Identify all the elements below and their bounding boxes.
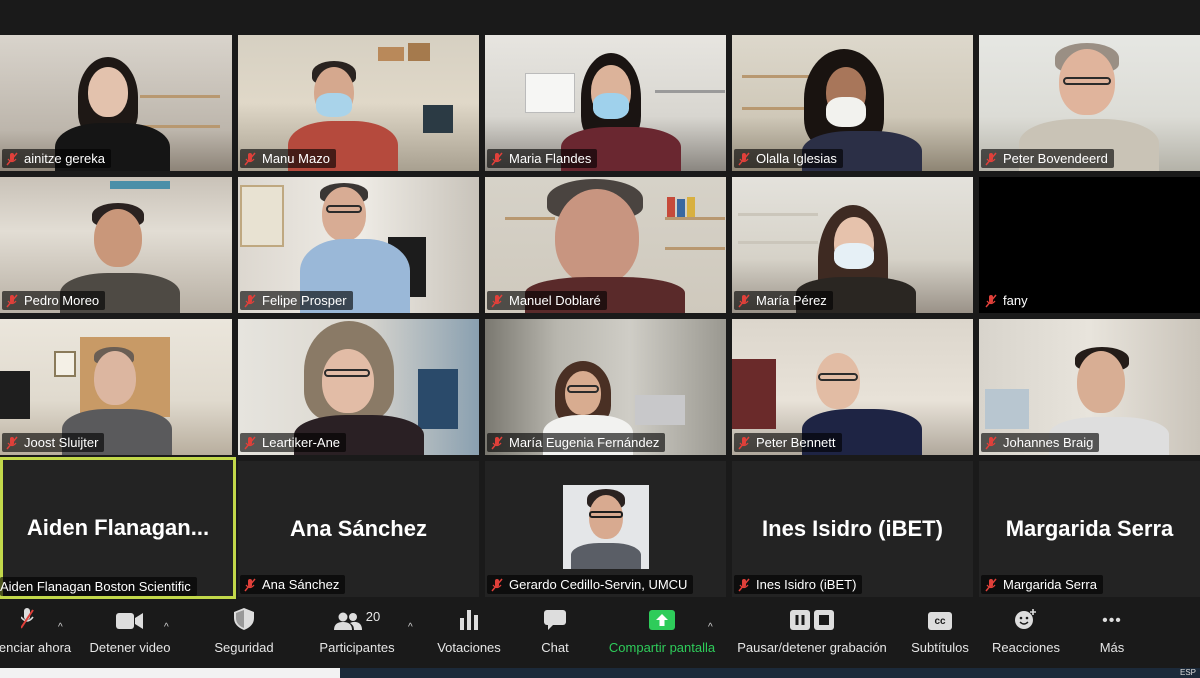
participant-name-tag: Peter Bennett [734,433,842,452]
participant-name-tag: Ines Isidro (iBET) [734,575,863,594]
video-tile[interactable]: Johannes Braig [979,319,1200,455]
mic-muted-icon [6,294,18,307]
bar-chart-icon [459,600,479,634]
pause-stop-recording-button[interactable]: Pausar/detener grabación [734,600,890,668]
participants-count: 20 [365,609,381,624]
video-tile[interactable]: Peter Bennett [732,319,973,455]
participant-name-tag: Felipe Prosper [240,291,353,310]
participant-name-tag: Manu Mazo [240,149,336,168]
participant-name-tag: fany [981,291,1034,310]
stop-icon [814,610,834,630]
participant-name-tag: Johannes Braig [981,433,1100,452]
mic-muted-icon [6,436,18,449]
video-options-caret[interactable]: ^ [164,622,169,633]
stop-video-button[interactable]: Detener video [82,600,178,668]
participant-name-tag: Joost Sluijter [2,433,105,452]
participant-name-tag: Aiden Flanagan Boston Scientific [0,577,197,596]
mic-muted-icon [985,294,997,307]
mic-muted-icon [738,152,750,165]
meeting-toolbar: enciar ahora ^ Detener video ^ Seguridad… [0,600,1200,668]
participant-name-tag: Maria Flandes [487,149,598,168]
mic-muted-icon [6,152,18,165]
mic-muted-icon [738,294,750,307]
video-tile[interactable]: Gerardo Cedillo-Servin, UMCU [485,461,726,597]
mic-muted-icon [244,152,256,165]
video-tile[interactable]: Joost Sluijter [0,319,232,455]
share-screen-icon [649,600,675,634]
video-tile[interactable]: Ines Isidro (iBET) Ines Isidro (iBET) [732,461,973,597]
mic-muted-icon [244,578,256,591]
os-taskbar: ESP [0,668,1200,678]
mute-button[interactable]: enciar ahora [0,600,71,668]
mic-muted-icon [985,436,997,449]
video-tile[interactable]: Olalla Iglesias [732,35,973,171]
video-tile[interactable]: María Pérez [732,177,973,313]
language-indicator[interactable]: ESP [1180,668,1196,678]
mic-icon [18,600,38,634]
video-tile[interactable]: Leartiker-Ane [238,319,479,455]
video-tile[interactable]: Maria Flandes [485,35,726,171]
video-tile[interactable]: María Eugenia Fernández [485,319,726,455]
shield-icon [234,600,254,634]
pause-icon [790,610,810,630]
video-tile[interactable]: Felipe Prosper [238,177,479,313]
mic-muted-icon [491,436,503,449]
mic-muted-icon [738,436,750,449]
participant-display-name: Aiden Flanagan... [26,515,210,540]
participants-button[interactable]: 20 Participantes [312,600,402,668]
share-screen-button[interactable]: Compartir pantalla [602,600,722,668]
video-tile[interactable]: fany [979,177,1200,313]
participant-grid: ainitze gereka Manu Mazo Maria Flandes O… [0,0,1200,600]
participant-name-tag: Ana Sánchez [240,575,346,594]
reactions-button[interactable]: Reacciones [990,600,1062,668]
mic-muted-icon [985,152,997,165]
video-tile-active-speaker[interactable]: Aiden Flanagan... Aiden Flanagan Boston … [0,457,236,599]
video-camera-icon [116,600,144,634]
mute-options-caret[interactable]: ^ [58,622,63,633]
participant-name-tag: Manuel Doblaré [487,291,607,310]
chat-button[interactable]: Chat [532,600,578,668]
participant-display-name: Ines Isidro (iBET) [762,516,943,541]
security-button[interactable]: Seguridad [206,600,282,668]
mic-muted-icon [985,578,997,591]
video-tile[interactable]: ainitze gereka [0,35,232,171]
taskbar-search-area[interactable] [0,668,340,678]
participant-name-tag: Leartiker-Ane [240,433,347,452]
participant-name-tag: Margarida Serra [981,575,1103,594]
participants-icon [333,612,362,630]
video-tile[interactable]: Manu Mazo [238,35,479,171]
cc-icon: cc [928,600,952,634]
participant-name-tag: Olalla Iglesias [734,149,843,168]
video-tile[interactable]: Manuel Doblaré [485,177,726,313]
video-tile[interactable]: Margarida Serra Margarida Serra [979,461,1200,597]
polls-button[interactable]: Votaciones [432,600,506,668]
participant-name-tag: Pedro Moreo [2,291,106,310]
video-tile[interactable]: Peter Bovendeerd [979,35,1200,171]
mic-muted-icon [491,294,503,307]
video-tile[interactable]: Ana Sánchez Ana Sánchez [238,461,479,597]
mic-muted-icon [244,436,256,449]
more-dots-icon: ••• [1102,612,1122,629]
profile-picture [563,485,649,569]
participant-name-tag: ainitze gereka [2,149,111,168]
participant-display-name: Margarida Serra [1005,516,1174,541]
emoji-plus-icon [1014,600,1038,634]
participant-display-name: Ana Sánchez [290,516,427,541]
video-tile[interactable]: Pedro Moreo [0,177,232,313]
participant-name-tag: Gerardo Cedillo-Servin, UMCU [487,575,694,594]
participant-name-tag: María Eugenia Fernández [487,433,666,452]
mic-muted-icon [491,152,503,165]
mic-muted-icon [738,578,750,591]
participant-name-tag: Peter Bovendeerd [981,149,1114,168]
captions-button[interactable]: cc Subtítulos [904,600,976,668]
more-button[interactable]: ••• Más [1082,600,1142,668]
mic-muted-icon [244,294,256,307]
participant-name-tag: María Pérez [734,291,833,310]
participants-options-caret[interactable]: ^ [408,622,413,633]
share-options-caret[interactable]: ^ [708,622,713,633]
mic-muted-icon [491,578,503,591]
chat-bubble-icon [544,600,566,634]
